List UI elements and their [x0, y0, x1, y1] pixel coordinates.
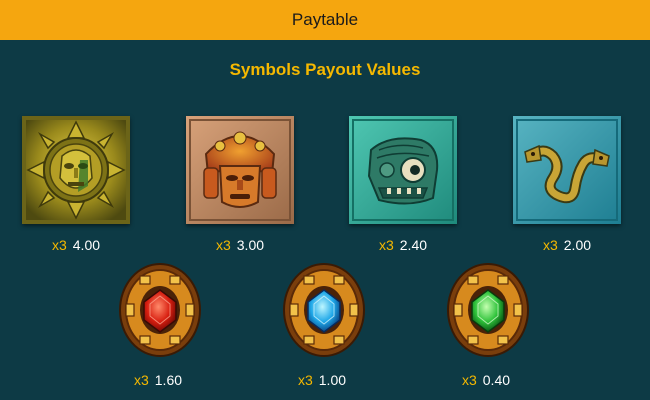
green-gem-medallion-icon — [446, 262, 530, 358]
payout-multiplier: x3 — [51, 237, 67, 253]
red-gem-medallion-icon — [118, 262, 202, 358]
payout-multiplier: x3 — [215, 237, 231, 253]
paytable-title: Paytable — [291, 10, 359, 29]
gold-sun-mask-icon — [22, 116, 130, 224]
payout-multiplier: x3 — [297, 372, 313, 388]
payout-value: 3.00 — [236, 237, 265, 253]
section-title: Symbols Payout Values — [229, 60, 421, 79]
jade-monster-head-icon — [349, 116, 457, 224]
payout-value: 2.00 — [563, 237, 592, 253]
payout-value: 4.00 — [72, 237, 101, 253]
payout-value: 0.40 — [482, 372, 511, 388]
paytable-header: Paytable — [0, 0, 650, 40]
payout-value: 1.00 — [318, 372, 347, 388]
payout-value: 2.40 — [399, 237, 428, 253]
payout-jade-monster-head: x3 2.40 — [343, 237, 463, 253]
payout-blue-gem-medallion: x3 1.00 — [262, 372, 382, 388]
payout-green-gem-medallion: x3 0.40 — [426, 372, 546, 388]
blue-gem-medallion-icon — [282, 262, 366, 358]
payout-orange-tribal-mask: x3 3.00 — [180, 237, 300, 253]
payout-multiplier: x3 — [461, 372, 477, 388]
payout-multiplier: x3 — [542, 237, 558, 253]
orange-tribal-mask-icon — [186, 116, 294, 224]
serpent-tile-icon — [513, 116, 621, 224]
payout-gold-sun-mask: x3 4.00 — [16, 237, 136, 253]
payout-serpent-tile: x3 2.00 — [507, 237, 627, 253]
payout-value: 1.60 — [154, 372, 183, 388]
payout-multiplier: x3 — [133, 372, 149, 388]
payout-multiplier: x3 — [378, 237, 394, 253]
payout-red-gem-medallion: x3 1.60 — [98, 372, 218, 388]
